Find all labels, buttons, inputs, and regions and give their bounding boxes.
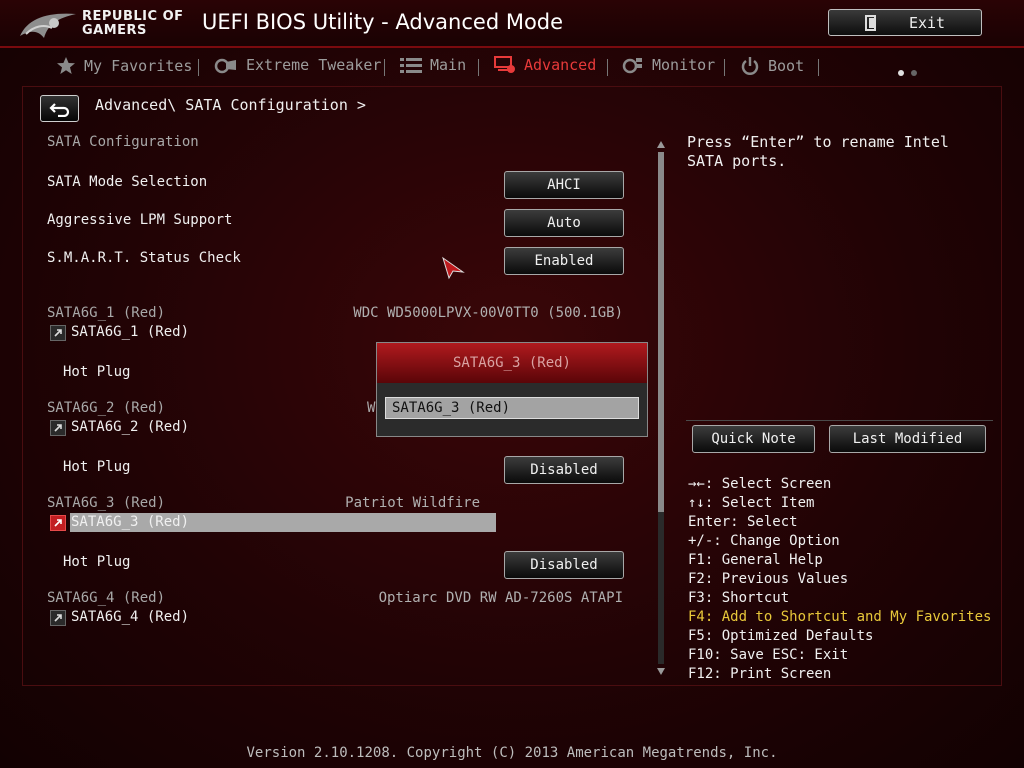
tab-extreme-tweaker[interactable]: Extreme Tweaker (214, 56, 381, 74)
key-hint: F3: Shortcut (688, 590, 790, 606)
key-legend: →←: Select Screen ↑↓: Select Item Enter:… (688, 475, 991, 684)
exit-label: Exit (908, 13, 946, 32)
sata-mode-select[interactable]: AHCI (504, 171, 624, 199)
lpm-label: Aggressive LPM Support (47, 212, 233, 228)
port-device: Optiarc DVD RW AD-7260S ATAPI (378, 590, 623, 606)
dialog-title: SATA6G_3 (Red) (377, 343, 647, 383)
rename-input[interactable]: SATA6G_3 (Red) (385, 397, 639, 419)
rog-logo-icon (20, 13, 76, 38)
mouse-cursor-icon (442, 256, 465, 280)
key-hint: ↑↓: Select Item (688, 495, 815, 511)
scroll-down-icon[interactable] (656, 666, 666, 676)
help-description: Press “Enter” to rename Intel SATA ports… (687, 133, 949, 170)
hot-plug-label: Hot Plug (63, 364, 131, 380)
port-link[interactable]: SATA6G_2 (Red) (71, 419, 189, 435)
port-device: Patriot Wildfire (345, 495, 480, 511)
tab-monitor[interactable]: Monitor (622, 56, 715, 74)
key-hint: Enter: Select (688, 514, 798, 530)
scrollbar-thumb[interactable] (658, 152, 664, 512)
submenu-arrow-icon (50, 515, 66, 531)
scroll-up-icon[interactable] (656, 140, 666, 150)
key-hint: F5: Optimized Defaults (688, 628, 874, 644)
exit-door-icon (864, 14, 876, 31)
monitor-icon (622, 58, 642, 74)
submenu-arrow-icon (50, 325, 66, 341)
back-button[interactable] (40, 95, 79, 122)
port-header: SATA6G_4 (Red) (47, 590, 166, 606)
tab-divider (724, 59, 725, 76)
hot-plug-label: Hot Plug (63, 554, 131, 570)
rename-dialog: SATA6G_3 (Red) SATA6G_3 (Red) (376, 342, 648, 437)
key-hint: +/-: Change Option (688, 533, 840, 549)
hot-plug-label: Hot Plug (63, 459, 131, 475)
port-header: SATA6G_3 (Red) (47, 495, 166, 511)
port-link-selected[interactable]: SATA6G_3 (Red) (71, 514, 189, 530)
submenu-arrow-icon (50, 610, 66, 626)
lpm-select[interactable]: Auto (504, 209, 624, 237)
advanced-icon (494, 56, 515, 73)
key-hint: F2: Previous Values (688, 571, 849, 587)
brand-line-2: GAMERS (82, 23, 147, 38)
smart-select[interactable]: Enabled (504, 247, 624, 275)
key-hint: F10: Save ESC: Exit (688, 647, 849, 663)
version-footer: Version 2.10.1208. Copyright (C) 2013 Am… (246, 745, 778, 761)
star-icon (57, 57, 75, 74)
key-hint-highlighted: F4: Add to Shortcut and My Favorites (688, 609, 992, 625)
breadcrumb: Advanced\ SATA Configuration > (95, 96, 366, 114)
submenu-arrow-icon (50, 420, 66, 436)
list-icon (400, 58, 422, 73)
back-arrow-icon (48, 102, 69, 117)
key-hint: F1: General Help (688, 552, 823, 568)
tab-my-favorites[interactable]: My Favorites (56, 56, 192, 75)
tab-label: My Favorites (84, 56, 193, 75)
tab-divider (818, 59, 819, 76)
page-title: UEFI BIOS Utility - Advanced Mode (202, 10, 564, 34)
hot-plug-select[interactable]: Disabled (504, 551, 624, 579)
power-icon (741, 57, 759, 75)
port-device: W (367, 400, 376, 416)
exit-button[interactable]: Exit (828, 9, 982, 36)
divider (686, 420, 993, 421)
brand-line-1: REPUBLIC OF (82, 9, 184, 24)
tweaker-icon (214, 58, 236, 74)
page-indicator[interactable] (898, 61, 924, 80)
tab-label: Main (430, 56, 467, 74)
port-header: SATA6G_1 (Red) (47, 305, 166, 321)
page-dot[interactable] (911, 70, 917, 76)
tab-divider (384, 59, 385, 76)
key-hint: →←: Select Screen (688, 476, 832, 492)
brand-text: REPUBLIC OF GAMERS (82, 10, 184, 38)
tab-boot[interactable]: Boot (740, 56, 804, 76)
tab-divider (198, 59, 199, 76)
tab-advanced[interactable]: Advanced (494, 56, 596, 74)
hot-plug-select[interactable]: Disabled (504, 456, 624, 484)
port-link[interactable]: SATA6G_1 (Red) (71, 324, 189, 340)
smart-label: S.M.A.R.T. Status Check (47, 250, 241, 266)
port-header: SATA6G_2 (Red) (47, 400, 166, 416)
tab-divider (478, 59, 479, 76)
tab-label: Advanced (524, 56, 597, 74)
tab-bar: My Favorites Extreme Tweaker Main Advanc… (22, 50, 1002, 84)
last-modified-button[interactable]: Last Modified (829, 425, 986, 453)
tab-label: Boot (768, 57, 805, 75)
port-device: WDC WD5000LPVX-00V0TT0 (500.1GB) (353, 305, 623, 321)
tab-label: Extreme Tweaker (246, 56, 382, 74)
key-hint: F12: Print Screen (688, 666, 832, 682)
page-dot-active[interactable] (898, 70, 904, 76)
tab-divider (607, 59, 608, 76)
port-link[interactable]: SATA6G_4 (Red) (71, 609, 189, 625)
quick-note-button[interactable]: Quick Note (692, 425, 815, 453)
tab-main[interactable]: Main (400, 56, 466, 74)
tab-label: Monitor (652, 56, 716, 74)
section-title: SATA Configuration (47, 134, 199, 150)
sata-mode-label: SATA Mode Selection (47, 174, 208, 190)
